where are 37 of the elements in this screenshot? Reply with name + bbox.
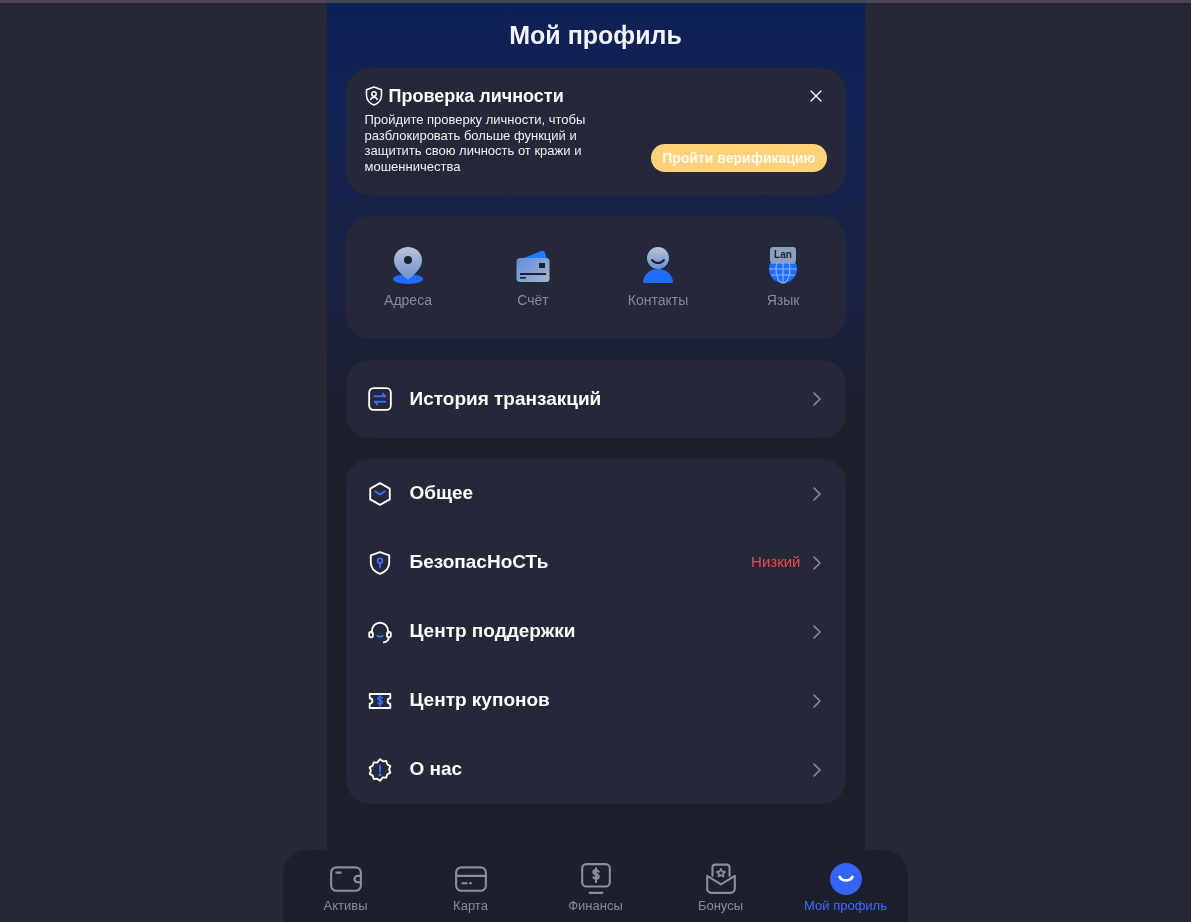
envelope-star-icon (703, 862, 738, 896)
close-icon (809, 90, 822, 102)
verification-description: Пройдите проверку личности, чтобы разблокировать больше функций и защитить свою личность от кражи и мошенничества (364, 112, 587, 174)
settings-row[interactable]: Общее (345, 459, 846, 528)
shortcut-button[interactable]: Lan Язык (720, 246, 846, 310)
settings-row[interactable]: О нас (345, 735, 846, 804)
security-level: Низкий (751, 552, 801, 573)
chevron-right-icon (812, 555, 821, 570)
page-title: Мой профиль (509, 20, 682, 51)
transfer-arrows-icon (366, 386, 393, 412)
monitor-dollar-icon (578, 862, 613, 896)
shortcut-button[interactable]: Счёт (470, 246, 596, 310)
shortcut-button[interactable]: Контакты (595, 246, 721, 310)
verification-title: Проверка личности (388, 85, 564, 108)
chevron-right-icon (812, 762, 821, 777)
shield-person-icon (364, 86, 383, 106)
shortcut-button[interactable]: Адреса (345, 246, 471, 310)
nav-tab[interactable]: Мой профиль (783, 850, 908, 922)
person-icon (642, 246, 674, 284)
chevron-right-icon (812, 486, 821, 501)
location-pin-icon (391, 246, 425, 284)
nav-tab[interactable]: Активы (283, 850, 408, 922)
alert-badge-icon (366, 756, 393, 783)
chevron-right-icon (812, 693, 821, 708)
nav-tab[interactable]: Бонусы (658, 850, 783, 922)
transactions-row[interactable]: История транзакций (345, 360, 846, 438)
settings-row[interactable]: Центр поддержки (345, 597, 846, 666)
chevron-right-icon (812, 392, 821, 406)
nav-tab[interactable]: Финансы (533, 850, 658, 922)
hexagon-icon (366, 480, 393, 507)
chevron-right-icon (812, 624, 821, 639)
settings-row[interactable]: Центр купонов (345, 666, 846, 735)
credit-card-icon (515, 248, 551, 284)
nav-tab[interactable]: Карта (408, 850, 533, 922)
smiley-profile-icon (828, 862, 863, 896)
language-badge: Lan (770, 247, 796, 263)
settings-row[interactable]: БезопасНоСТь Низкий (345, 528, 846, 597)
